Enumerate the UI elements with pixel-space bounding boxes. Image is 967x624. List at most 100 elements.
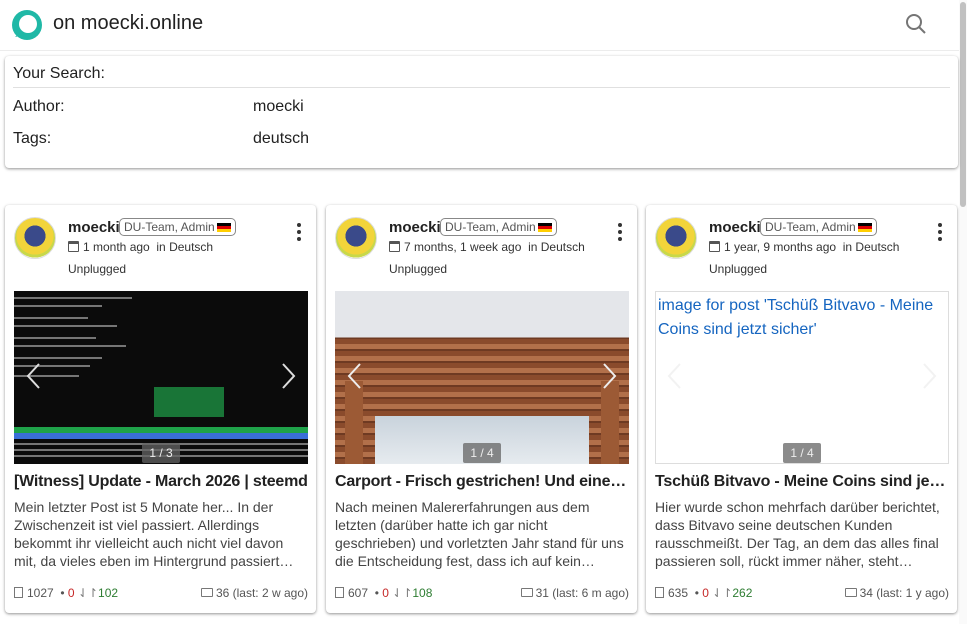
upvote-count[interactable]: 108 [412,586,432,600]
post-excerpt[interactable]: Nach meinen Malererfahrungen aus dem let… [335,498,629,570]
chevron-right-icon [603,363,617,389]
post-community[interactable]: in Deutsch [528,240,585,254]
post-title[interactable]: Tschüß Bitvavo - Meine Coins sind jetzt… [655,473,949,491]
word-count: 607 [348,586,369,600]
chevron-right-icon [923,363,937,389]
top-bar: on moecki.online [0,0,967,50]
image-carousel[interactable]: 1 / 4 [335,291,629,464]
upvote-count[interactable]: 262 [732,586,752,600]
comment-stats[interactable]: 34 (last: 1 y ago) [844,586,949,600]
german-flag-icon [216,223,231,232]
carousel-next-button[interactable] [599,361,619,391]
vote-arrows-icon[interactable]: ⇃↾ [712,586,732,600]
team-badge-label: DU-Team, Admin [765,220,856,234]
post-tag[interactable]: Unplugged [389,262,447,276]
post-title[interactable]: Carport - Frisch gestrichen! Und eine… [335,473,629,491]
post-meta: 1 month ago in Deutsch [68,240,213,254]
comment-stats[interactable]: 36 (last: 2 w ago) [200,586,308,600]
post-community[interactable]: in Deutsch [843,240,900,254]
scrollbar[interactable] [959,0,967,624]
carousel-prev-button[interactable] [24,361,44,391]
comment-count: 36 (last: 2 w ago) [215,586,308,600]
word-count: 1027 [27,586,54,600]
search-summary-title: Your Search: [13,65,105,82]
broken-image[interactable]: image for post 'Tschüß Bitvavo - Meine C… [655,291,949,464]
post-author[interactable]: moecki [68,219,120,236]
post-footer: 607 • 0 ⇃↾108 31 (last: 6 m ago) [335,586,629,600]
comment-icon [200,588,213,597]
image-carousel[interactable]: 1 / 3 [14,291,308,464]
team-badge: DU-Team, Admin [760,218,877,236]
post-tag[interactable]: Unplugged [709,262,767,276]
post-excerpt[interactable]: Hier wurde schon mehrfach darüber berich… [655,498,949,570]
avatar[interactable] [335,217,377,259]
avatar[interactable] [655,217,697,259]
downvote-count: 0 [67,586,75,600]
post-title[interactable]: [Witness] Update - March 2026 | steemd [14,473,308,491]
post-meta: 1 year, 9 months ago in Deutsch [709,240,899,254]
author-value: moecki [253,98,304,115]
avatar[interactable] [14,217,56,259]
chevron-left-icon [26,363,40,389]
post-card[interactable]: moecki DU-Team, Admin 7 months, 1 week a… [326,205,637,613]
downvote-count: 0 [382,586,389,600]
post-card[interactable]: moecki DU-Team, Admin 1 year, 9 months a… [646,205,957,613]
carousel-next-button[interactable] [278,361,298,391]
image-counter: 1 / 4 [463,443,501,463]
image-alt-text: image for post 'Tschüß Bitvavo - Meine C… [658,297,934,338]
post-footer: 1027 • 0 ⇃↾102 36 (last: 2 w ago) [14,586,308,600]
comment-icon [844,588,857,597]
team-badge: DU-Team, Admin [119,218,236,236]
image-carousel[interactable]: image for post 'Tschüß Bitvavo - Meine C… [655,291,949,464]
more-options-button[interactable] [294,223,304,243]
scrollbar-thumb[interactable] [960,2,966,207]
calendar-icon [68,241,79,252]
post-meta: 7 months, 1 week ago in Deutsch [389,240,585,254]
chevron-left-icon [347,363,361,389]
comment-stats[interactable]: 31 (last: 6 m ago) [520,586,629,600]
more-options-button[interactable] [615,223,625,243]
search-summary-divider [13,87,950,88]
word-count: 635 [668,586,689,600]
more-options-button[interactable] [935,223,945,243]
site-title[interactable]: on moecki.online [53,12,203,35]
upvote-count[interactable]: 102 [98,586,118,600]
team-badge-label: DU-Team, Admin [124,220,215,234]
calendar-icon [389,241,400,252]
post-author[interactable]: moecki [709,219,761,236]
document-icon [14,587,23,598]
tags-label: Tags: [13,130,52,147]
vote-arrows-icon[interactable]: ⇃↾ [392,586,412,600]
team-badge-label: DU-Team, Admin [445,220,536,234]
document-icon [335,587,344,598]
carousel-prev-button[interactable] [345,361,365,391]
post-image[interactable] [335,291,629,464]
post-age: 7 months, 1 week ago [404,240,522,254]
post-image[interactable] [14,291,308,464]
team-badge: DU-Team, Admin [440,218,557,236]
author-label: Author: [13,98,65,115]
logo-icon[interactable] [11,9,43,41]
post-age: 1 month ago [83,240,150,254]
post-excerpt[interactable]: Mein letzter Post ist 5 Monate her... In… [14,498,308,570]
search-summary-panel: Your Search: Author: moecki Tags: deutsc… [5,56,958,168]
post-card[interactable]: moecki DU-Team, Admin 1 month ago in Deu… [5,205,316,613]
post-author[interactable]: moecki [389,219,441,236]
post-footer: 635 • 0 ⇃↾262 34 (last: 1 y ago) [655,586,949,600]
carousel-next-button[interactable] [919,361,939,391]
image-counter: 1 / 4 [783,443,821,463]
post-tag[interactable]: Unplugged [68,262,126,276]
post-age: 1 year, 9 months ago [724,240,837,254]
chevron-left-icon [667,363,681,389]
german-flag-icon [537,223,552,232]
carousel-prev-button[interactable] [665,361,685,391]
post-community[interactable]: in Deutsch [156,240,213,254]
comment-count: 31 (last: 6 m ago) [535,586,629,600]
vote-arrows-icon[interactable]: ⇃↾ [78,586,98,600]
tags-value: deutsch [253,130,310,147]
image-counter: 1 / 3 [142,443,180,463]
downvote-count: 0 [702,586,709,600]
search-button[interactable] [902,10,930,38]
document-icon [655,587,664,598]
header-divider [0,50,959,51]
